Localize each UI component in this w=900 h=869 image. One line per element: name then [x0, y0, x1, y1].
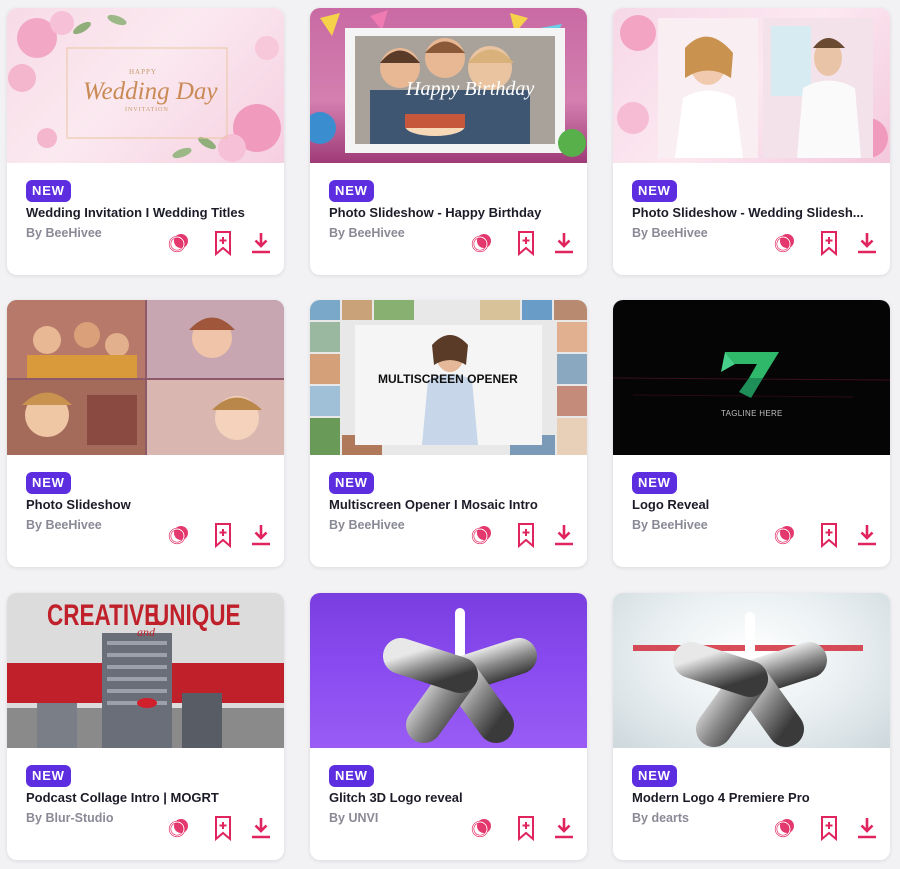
card-title[interactable]: Glitch 3D Logo reveal: [329, 790, 574, 805]
card-actions: [468, 521, 578, 549]
logo-reveal-art: [613, 352, 890, 398]
card-thumbnail[interactable]: Happy Birthday: [310, 8, 587, 163]
overlap-circles-icon[interactable]: [165, 814, 193, 842]
thumb-caption-main: Happy Birthday: [406, 78, 535, 100]
card-title[interactable]: Photo Slideshow: [26, 497, 271, 512]
card-title[interactable]: Logo Reveal: [632, 497, 877, 512]
card-title[interactable]: Photo Slideshow - Happy Birthday: [329, 205, 574, 220]
card-actions: [165, 814, 275, 842]
template-card[interactable]: CREATIVE and UNIQUE NEW Podcast Collage …: [7, 593, 284, 860]
overlap-circles-icon[interactable]: [771, 814, 799, 842]
overlap-circles-icon[interactable]: [468, 229, 496, 257]
card-actions: [165, 229, 275, 257]
overlap-circles-icon[interactable]: [468, 814, 496, 842]
card-actions: [468, 814, 578, 842]
card-title[interactable]: Modern Logo 4 Premiere Pro: [632, 790, 877, 805]
card-title[interactable]: Podcast Collage Intro | MOGRT: [26, 790, 271, 805]
card-author[interactable]: By UNVI: [329, 811, 378, 825]
card-actions: [771, 521, 881, 549]
card-author[interactable]: By Blur-Studio: [26, 811, 114, 825]
card-author[interactable]: By BeeHivee: [26, 226, 102, 240]
thumb-caption-secondary: UNIQUE: [153, 599, 241, 632]
card-thumbnail[interactable]: [310, 593, 587, 748]
new-badge: NEW: [329, 472, 374, 494]
card-title[interactable]: Wedding Invitation I Wedding Titles: [26, 205, 271, 220]
card-actions: [165, 521, 275, 549]
download-icon[interactable]: [550, 229, 578, 257]
bookmark-add-icon[interactable]: [209, 521, 237, 549]
new-badge: NEW: [632, 180, 677, 202]
asterisk-placeholder-icon: [383, 595, 537, 743]
asterisk-placeholder-icon: [633, 599, 863, 747]
card-author[interactable]: By BeeHivee: [329, 226, 405, 240]
card-thumbnail[interactable]: MULTISCREEN OPENER: [310, 300, 587, 455]
card-author[interactable]: By BeeHivee: [329, 518, 405, 532]
thumb-caption-main: TAGLINE HERE: [721, 409, 783, 418]
card-actions: [771, 229, 881, 257]
template-card[interactable]: HAPPY Wedding Day INVITATION NEW Wedding…: [7, 8, 284, 275]
thumb-caption-main: Wedding Day: [83, 78, 218, 105]
overlap-circles-icon[interactable]: [771, 521, 799, 549]
template-card[interactable]: TAGLINE HERE NEW Logo Reveal By BeeHivee: [613, 300, 890, 567]
card-thumbnail[interactable]: HAPPY Wedding Day INVITATION: [7, 8, 284, 163]
card-title[interactable]: Photo Slideshow - Wedding Slidesh...: [632, 205, 877, 220]
overlap-circles-icon[interactable]: [771, 229, 799, 257]
template-card[interactable]: NEW Photo Slideshow - Wedding Slidesh...…: [613, 8, 890, 275]
download-icon[interactable]: [247, 814, 275, 842]
new-badge: NEW: [632, 765, 677, 787]
template-card[interactable]: Happy Birthday NEW Photo Slideshow - Hap…: [310, 8, 587, 275]
card-thumbnail[interactable]: [613, 593, 890, 748]
thumb-caption-small: HAPPY: [129, 68, 157, 76]
card-author[interactable]: By BeeHivee: [632, 518, 708, 532]
template-card[interactable]: NEW Glitch 3D Logo reveal By UNVI: [310, 593, 587, 860]
card-title[interactable]: Multiscreen Opener I Mosaic Intro: [329, 497, 574, 512]
new-badge: NEW: [329, 765, 374, 787]
bookmark-add-icon[interactable]: [512, 229, 540, 257]
download-icon[interactable]: [853, 814, 881, 842]
download-icon[interactable]: [853, 521, 881, 549]
card-actions: [771, 814, 881, 842]
thumb-caption-sub: INVITATION: [125, 107, 169, 113]
template-card[interactable]: NEW Modern Logo 4 Premiere Pro By dearts: [613, 593, 890, 860]
wedding-photos: [617, 15, 888, 158]
overlap-circles-icon[interactable]: [468, 521, 496, 549]
new-badge: NEW: [26, 472, 71, 494]
download-icon[interactable]: [247, 521, 275, 549]
new-badge: NEW: [26, 765, 71, 787]
bookmark-add-icon[interactable]: [512, 814, 540, 842]
overlap-circles-icon[interactable]: [165, 229, 193, 257]
card-actions: [468, 229, 578, 257]
card-thumbnail[interactable]: [613, 8, 890, 163]
bookmark-add-icon[interactable]: [512, 521, 540, 549]
bookmark-add-icon[interactable]: [815, 229, 843, 257]
bookmark-add-icon[interactable]: [209, 814, 237, 842]
thumb-caption-main: MULTISCREEN OPENER: [378, 372, 518, 386]
overlap-circles-icon[interactable]: [165, 521, 193, 549]
card-thumbnail[interactable]: CREATIVE and UNIQUE: [7, 593, 284, 748]
download-icon[interactable]: [853, 229, 881, 257]
card-author[interactable]: By dearts: [632, 811, 689, 825]
bookmark-add-icon[interactable]: [815, 521, 843, 549]
new-badge: NEW: [26, 180, 71, 202]
template-card[interactable]: NEW Photo Slideshow By BeeHivee: [7, 300, 284, 567]
bookmark-add-icon[interactable]: [209, 229, 237, 257]
download-icon[interactable]: [550, 814, 578, 842]
card-thumbnail[interactable]: [7, 300, 284, 455]
download-icon[interactable]: [247, 229, 275, 257]
card-author[interactable]: By BeeHivee: [632, 226, 708, 240]
slideshow-collage: [7, 300, 284, 455]
new-badge: NEW: [329, 180, 374, 202]
bookmark-add-icon[interactable]: [815, 814, 843, 842]
card-author[interactable]: By BeeHivee: [26, 518, 102, 532]
card-thumbnail[interactable]: TAGLINE HERE: [613, 300, 890, 455]
template-card[interactable]: MULTISCREEN OPENER NEW Multiscreen Opene…: [310, 300, 587, 567]
download-icon[interactable]: [550, 521, 578, 549]
new-badge: NEW: [632, 472, 677, 494]
